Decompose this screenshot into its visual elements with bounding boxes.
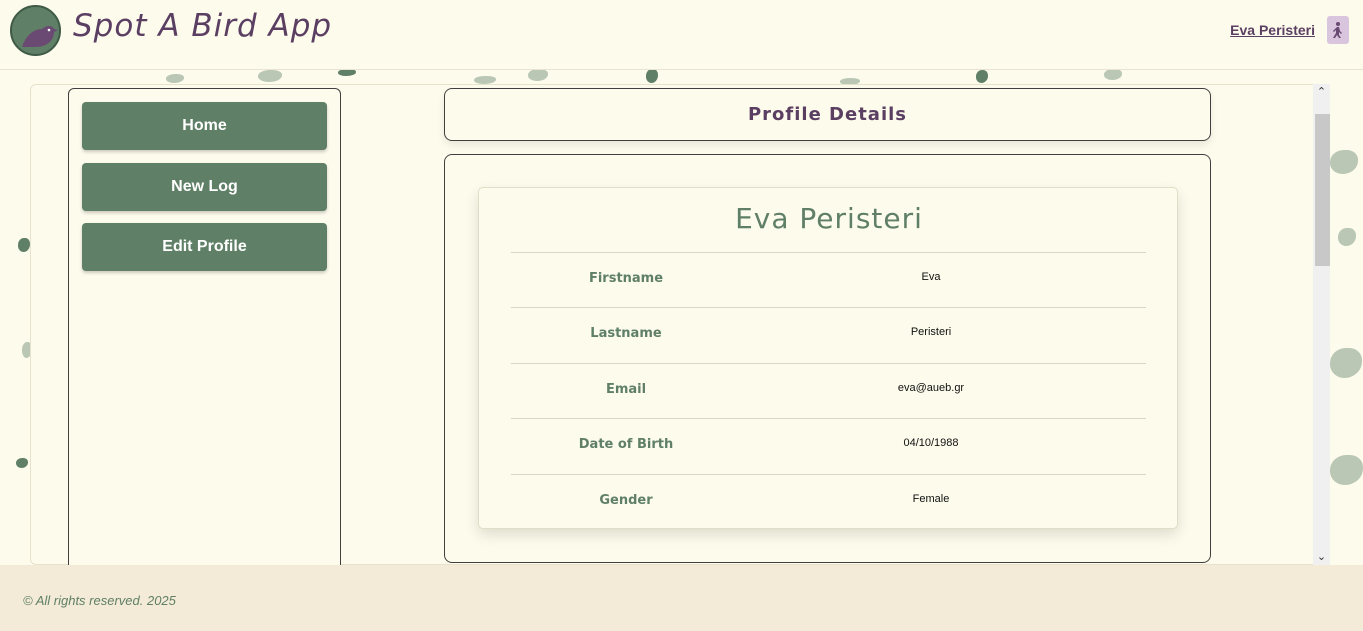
field-value: 04/10/1988: [903, 437, 959, 449]
field-label: Lastname: [590, 326, 662, 341]
section-title: Profile Details: [444, 88, 1211, 141]
user-profile-link[interactable]: Eva Peristeri: [1230, 22, 1315, 38]
copyright-text: © All rights reserved. 2025: [23, 593, 176, 608]
vertical-scrollbar[interactable]: ⌃ ⌄: [1313, 84, 1330, 565]
bird-icon: [22, 26, 58, 47]
field-value: eva@aueb.gr: [897, 382, 965, 394]
profile-row-dob: Date of Birth 04/10/1988: [511, 418, 1146, 473]
field-value: Peristeri: [910, 326, 952, 338]
profile-row-lastname: Lastname Peristeri: [511, 307, 1146, 362]
scroll-thumb[interactable]: [1315, 114, 1330, 266]
profile-row-email: Email eva@aueb.gr: [511, 363, 1146, 418]
field-label: Firstname: [588, 271, 664, 286]
profile-card: Eva Peristeri Firstname Eva Lastname Per…: [478, 187, 1178, 529]
page-footer: © All rights reserved. 2025: [0, 565, 1363, 631]
field-label: Gender: [599, 493, 653, 508]
profile-row-gender: Gender Female: [511, 474, 1146, 529]
scroll-up-icon[interactable]: ⌃: [1313, 84, 1330, 100]
walking-person-icon[interactable]: [1327, 16, 1349, 44]
field-value: Eva: [921, 271, 941, 283]
field-label: Date of Birth: [578, 437, 674, 452]
profile-row-firstname: Firstname Eva: [511, 252, 1146, 307]
field-value: Female: [912, 493, 950, 505]
app-logo[interactable]: [10, 5, 61, 56]
home-button[interactable]: Home: [82, 102, 327, 150]
app-title: Spot A Bird App: [73, 8, 333, 44]
scroll-down-icon[interactable]: ⌄: [1313, 549, 1330, 565]
new-log-button[interactable]: New Log: [82, 163, 327, 211]
edit-profile-button[interactable]: Edit Profile: [82, 223, 327, 271]
field-label: Email: [605, 382, 647, 397]
profile-details-box: Eva Peristeri Firstname Eva Lastname Per…: [444, 154, 1211, 563]
profile-full-name: Eva Peristeri: [735, 202, 923, 235]
top-header: Spot A Bird App Eva Peristeri: [0, 0, 1363, 70]
sidebar: Home New Log Edit Profile: [68, 88, 341, 578]
